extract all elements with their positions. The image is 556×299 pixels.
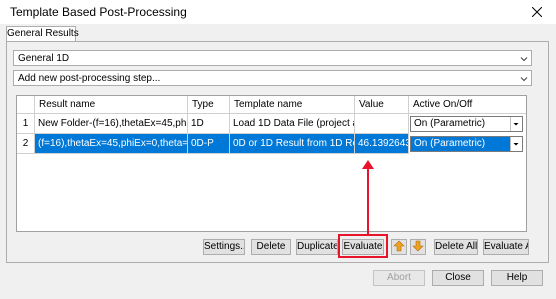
close-icon[interactable] (522, 0, 552, 24)
result-type-select[interactable]: General 1D (13, 50, 532, 66)
abort-button[interactable]: Abort (373, 270, 425, 286)
col-header-value[interactable]: Value (355, 96, 409, 114)
duplicate-button[interactable]: Duplicate (296, 239, 338, 255)
move-up-button[interactable] (391, 239, 407, 255)
row-header[interactable]: 1 (17, 114, 35, 134)
table-cell-value[interactable]: 46.13926435 (355, 134, 409, 154)
delete-all-button[interactable]: Delete All (434, 239, 478, 255)
annotation-arrow-line (367, 165, 369, 234)
table-cell-value[interactable] (355, 114, 409, 134)
chevron-down-icon (520, 54, 528, 66)
col-header-type[interactable]: Type (188, 96, 230, 114)
active-select-value: On (Parametric) (414, 118, 486, 129)
row-header[interactable]: 2 (17, 134, 35, 154)
col-header-result-name[interactable]: Result name (35, 96, 188, 114)
tab-general-results[interactable]: General Results (6, 26, 79, 42)
help-button[interactable]: Help (491, 270, 543, 286)
delete-button[interactable]: Delete (251, 239, 291, 255)
close-button[interactable]: Close (432, 270, 484, 286)
table-cell-template-name[interactable]: 0D or 1D Result from 1D Result (Rescale,… (230, 134, 355, 154)
add-step-select[interactable]: Add new post-processing step... (13, 70, 532, 86)
active-select-value: On (Parametric) (414, 138, 486, 149)
table-cell-template-name[interactable]: Load 1D Data File (project and external) (230, 114, 355, 134)
chevron-down-icon (510, 137, 522, 151)
chevron-down-icon (520, 74, 528, 86)
table-cell-result-name[interactable]: New Folder-(f=16),thetaEx=45,phiEx=0,the… (35, 114, 188, 134)
settings-button[interactable]: Settings... (203, 239, 245, 255)
window-title: Template Based Post-Processing (10, 5, 187, 19)
chevron-down-icon (510, 117, 522, 131)
arrow-up-icon (393, 240, 405, 255)
add-step-value: Add new post-processing step... (18, 73, 161, 84)
table-cell-type[interactable]: 0D-P (188, 134, 230, 154)
col-header-active[interactable]: Active On/Off (409, 96, 526, 114)
steps-table[interactable]: Result name Type Template name Value Act… (16, 95, 527, 232)
evaluate-highlight-box (338, 234, 388, 258)
corner-header (17, 96, 35, 114)
col-header-template-name[interactable]: Template name (230, 96, 355, 114)
table-cell-type[interactable]: 1D (188, 114, 230, 134)
table-cell-result-name[interactable]: (f=16),thetaEx=45,phiEx=0,theta=45,phi=0 (35, 134, 188, 154)
arrow-down-icon (412, 240, 424, 255)
active-select[interactable]: On (Parametric) (410, 136, 523, 152)
result-type-value: General 1D (18, 53, 70, 64)
move-down-button[interactable] (410, 239, 426, 255)
active-select[interactable]: On (Parametric) (410, 116, 523, 132)
evaluate-all-button[interactable]: Evaluate All (483, 239, 529, 255)
